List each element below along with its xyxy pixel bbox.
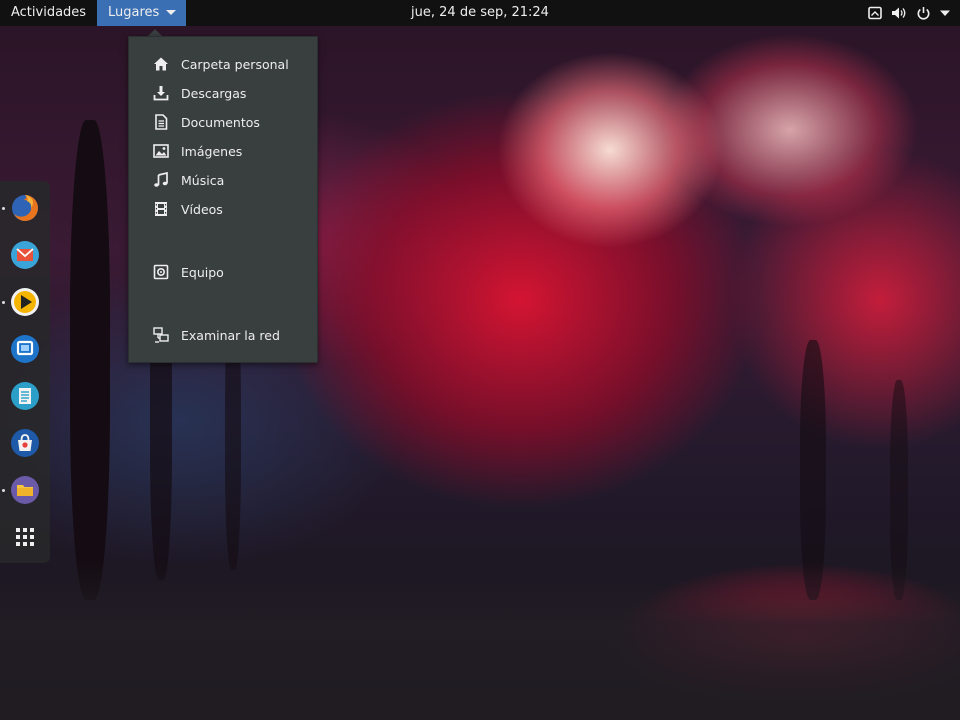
media-player-icon[interactable] [9, 286, 41, 318]
text-editor-icon[interactable] [9, 380, 41, 412]
chevron-down-icon [166, 10, 177, 15]
image-icon [152, 142, 170, 160]
menu-item-network[interactable]: Examinar la red [129, 322, 317, 348]
places-menu: Carpeta personal Descargas Documentos Im… [128, 36, 318, 363]
activities-button[interactable]: Actividades [0, 0, 97, 26]
volume-icon[interactable] [891, 6, 907, 20]
menu-item-videos[interactable]: Vídeos [129, 196, 317, 222]
menu-item-pictures[interactable]: Imágenes [129, 138, 317, 164]
menu-item-label: Examinar la red [181, 327, 280, 343]
firefox-icon[interactable] [9, 192, 41, 224]
forest-ground [0, 560, 960, 720]
dash [0, 181, 50, 563]
software-center-icon[interactable] [9, 427, 41, 459]
files-icon[interactable] [9, 474, 41, 506]
menu-item-music[interactable]: Música [129, 167, 317, 193]
running-indicator [2, 489, 5, 492]
running-indicator [2, 207, 5, 210]
top-bar: Actividades Lugares jue, 24 de sep, 21:2… [0, 0, 960, 26]
download-icon [152, 84, 170, 102]
show-applications-icon[interactable] [9, 521, 41, 553]
virtual-machine-icon[interactable] [9, 333, 41, 365]
video-icon [152, 200, 170, 218]
menu-item-computer[interactable]: Equipo [129, 259, 317, 285]
menu-item-label: Vídeos [181, 201, 223, 217]
mail-icon[interactable] [9, 239, 41, 271]
home-icon [152, 55, 170, 73]
computer-icon [152, 263, 170, 281]
chevron-down-icon[interactable] [940, 9, 950, 17]
menu-item-label: Descargas [181, 85, 247, 101]
running-indicator [2, 301, 5, 304]
screen-icon[interactable] [868, 6, 882, 20]
system-tray[interactable] [868, 0, 950, 26]
menu-item-label: Equipo [181, 264, 224, 280]
network-icon [152, 326, 170, 344]
music-icon [152, 171, 170, 189]
menu-item-downloads[interactable]: Descargas [129, 80, 317, 106]
menu-item-label: Documentos [181, 114, 260, 130]
menu-item-label: Imágenes [181, 143, 243, 159]
document-icon [152, 113, 170, 131]
places-menu-button[interactable]: Lugares [97, 0, 186, 26]
tree-trunk [70, 120, 110, 600]
menu-item-label: Carpeta personal [181, 56, 289, 72]
menu-item-documents[interactable]: Documentos [129, 109, 317, 135]
power-icon[interactable] [916, 6, 931, 21]
places-menu-label: Lugares [108, 5, 160, 20]
clock-button[interactable]: jue, 24 de sep, 21:24 [411, 5, 549, 20]
menu-item-home[interactable]: Carpeta personal [129, 51, 317, 77]
menu-item-label: Música [181, 172, 225, 188]
